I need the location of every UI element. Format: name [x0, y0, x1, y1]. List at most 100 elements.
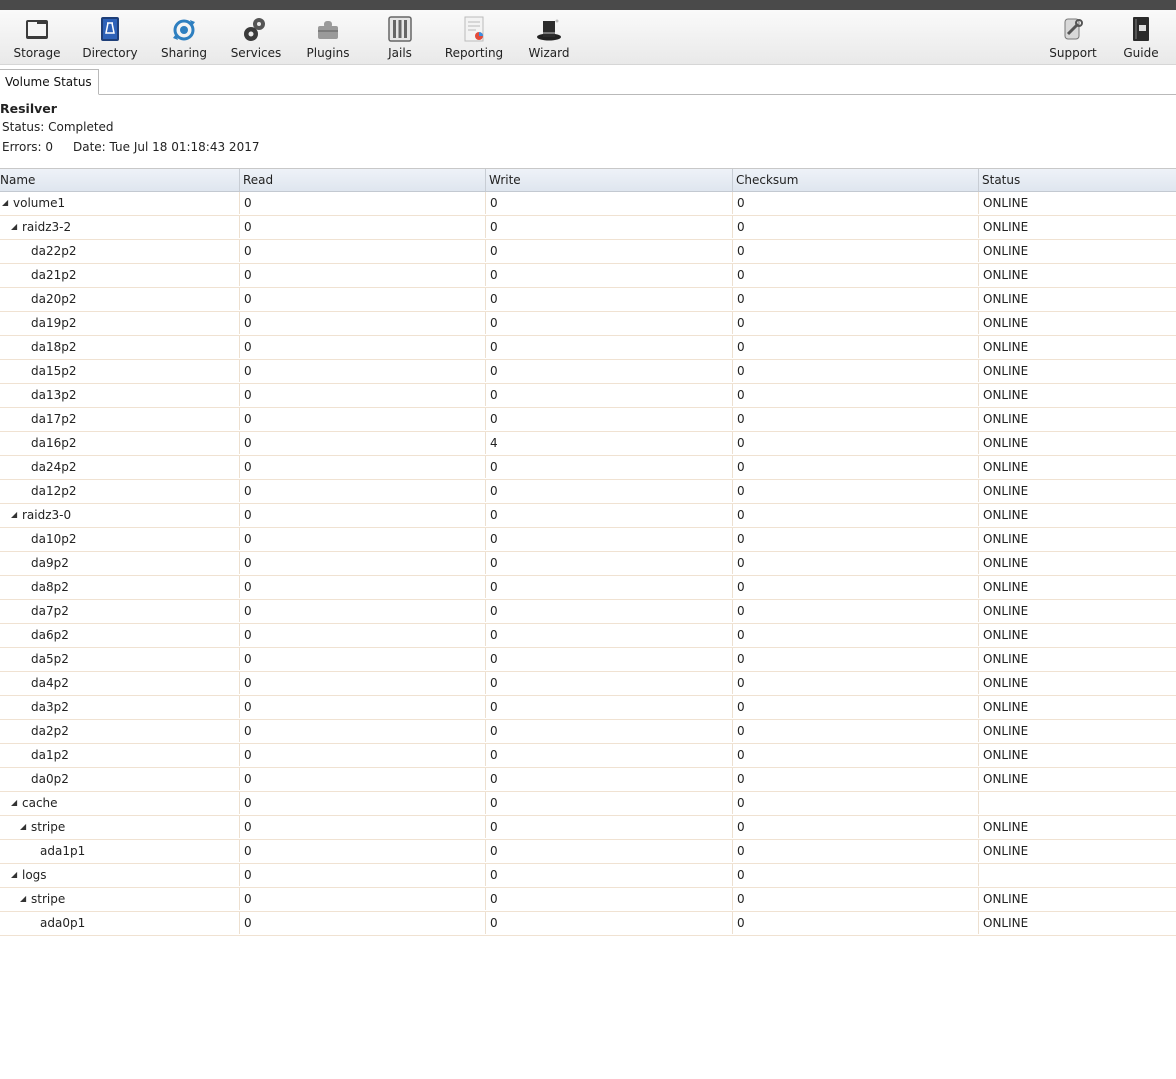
cell-write: 0 — [486, 744, 733, 766]
tree-expander-icon[interactable]: ◢ — [11, 504, 20, 526]
cell-read: 0 — [240, 480, 486, 502]
column-header-name[interactable]: Name — [0, 169, 240, 191]
table-row[interactable]: da6p2 0 0 0 ONLINE — [0, 624, 1176, 648]
toolbar-jails-label: Jails — [388, 46, 412, 60]
table-row[interactable]: da1p2 0 0 0 ONLINE — [0, 744, 1176, 768]
table-row[interactable]: da7p2 0 0 0 ONLINE — [0, 600, 1176, 624]
cell-name: da16p2 — [0, 432, 240, 454]
volume-status-grid: Name Read Write Checksum Status ◢ volume1… — [0, 168, 1176, 936]
device-name: da0p2 — [31, 771, 69, 786]
resilver-title: Resilver — [0, 101, 57, 116]
cell-checksum: 0 — [733, 768, 979, 790]
resilver-status-text: Status: Completed — [2, 120, 114, 134]
tree-expander-icon[interactable]: ◢ — [11, 864, 20, 886]
table-row[interactable]: ◢ cache 0 0 0 — [0, 792, 1176, 816]
cell-checksum: 0 — [733, 456, 979, 478]
table-row[interactable]: da2p2 0 0 0 ONLINE — [0, 720, 1176, 744]
cell-checksum: 0 — [733, 264, 979, 286]
device-name: da12p2 — [31, 483, 77, 498]
column-header-read[interactable]: Read — [240, 169, 486, 191]
table-row[interactable]: ada0p1 0 0 0 ONLINE — [0, 912, 1176, 936]
device-name: da9p2 — [31, 555, 69, 570]
table-row[interactable]: da3p2 0 0 0 ONLINE — [0, 696, 1176, 720]
table-row[interactable]: da4p2 0 0 0 ONLINE — [0, 672, 1176, 696]
device-name: da13p2 — [31, 387, 77, 402]
cell-read: 0 — [240, 336, 486, 358]
toolbar-directory-button[interactable]: Directory — [70, 14, 150, 62]
table-row[interactable]: da13p2 0 0 0 ONLINE — [0, 384, 1176, 408]
table-row[interactable]: da8p2 0 0 0 ONLINE — [0, 576, 1176, 600]
table-row[interactable]: da5p2 0 0 0 ONLINE — [0, 648, 1176, 672]
table-row[interactable]: ◢ raidz3-2 0 0 0 ONLINE — [0, 216, 1176, 240]
cell-read: 0 — [240, 864, 486, 886]
cell-name: da0p2 — [0, 768, 240, 790]
table-row[interactable]: da19p2 0 0 0 ONLINE — [0, 312, 1176, 336]
column-header-status[interactable]: Status — [979, 169, 1176, 191]
table-row[interactable]: ◢ logs 0 0 0 — [0, 864, 1176, 888]
reporting-icon — [464, 16, 484, 42]
tree-expander-icon[interactable]: ◢ — [20, 888, 29, 910]
tree-expander-icon[interactable]: ◢ — [20, 816, 29, 838]
device-name: da3p2 — [31, 699, 69, 714]
toolbar-reporting-button[interactable]: Reporting — [434, 14, 514, 62]
cell-write: 0 — [486, 696, 733, 718]
cell-name: da7p2 — [0, 600, 240, 622]
table-row[interactable]: ◢ stripe 0 0 0 ONLINE — [0, 888, 1176, 912]
tree-expander-icon[interactable]: ◢ — [2, 192, 11, 214]
cell-name: da21p2 — [0, 264, 240, 286]
toolbar-storage-button[interactable]: Storage — [0, 14, 77, 62]
cell-status: ONLINE — [983, 388, 1029, 402]
table-row[interactable]: ada1p1 0 0 0 ONLINE — [0, 840, 1176, 864]
column-header-write[interactable]: Write — [486, 169, 733, 191]
tab-volume-status[interactable]: Volume Status — [0, 69, 99, 95]
table-row[interactable]: da22p2 0 0 0 ONLINE — [0, 240, 1176, 264]
table-row[interactable]: da24p2 0 0 0 ONLINE — [0, 456, 1176, 480]
toolbar-sharing-button[interactable]: Sharing — [144, 14, 224, 62]
cell-status: ONLINE — [983, 628, 1029, 642]
tree-expander-icon[interactable]: ◢ — [11, 216, 20, 238]
cell-status: ONLINE — [983, 508, 1029, 522]
column-header-checksum[interactable]: Checksum — [733, 169, 979, 191]
table-row[interactable]: da17p2 0 0 0 ONLINE — [0, 408, 1176, 432]
cell-status: ONLINE — [983, 916, 1029, 930]
cell-name: da18p2 — [0, 336, 240, 358]
tree-expander-icon[interactable]: ◢ — [11, 792, 20, 814]
table-row[interactable]: da18p2 0 0 0 ONLINE — [0, 336, 1176, 360]
cell-status: ONLINE — [983, 604, 1029, 618]
cell-name: da8p2 — [0, 576, 240, 598]
table-row[interactable]: ◢ volume1 0 0 0 ONLINE — [0, 192, 1176, 216]
cell-checksum: 0 — [733, 672, 979, 694]
toolbar-services-button[interactable]: Services — [216, 14, 296, 62]
cell-status: ONLINE — [983, 748, 1029, 762]
table-row[interactable]: ◢ stripe 0 0 0 ONLINE — [0, 816, 1176, 840]
table-row[interactable]: da21p2 0 0 0 ONLINE — [0, 264, 1176, 288]
device-name: da20p2 — [31, 291, 77, 306]
cell-read: 0 — [240, 816, 486, 838]
device-name: da1p2 — [31, 747, 69, 762]
table-row[interactable]: da9p2 0 0 0 ONLINE — [0, 552, 1176, 576]
cell-name: ◢ raidz3-0 — [0, 504, 240, 526]
table-row[interactable]: da15p2 0 0 0 ONLINE — [0, 360, 1176, 384]
toolbar-jails-button[interactable]: Jails — [360, 14, 440, 62]
table-row[interactable]: da16p2 0 4 0 ONLINE — [0, 432, 1176, 456]
toolbar-plugins-button[interactable]: Plugins — [288, 14, 368, 62]
table-row[interactable]: da10p2 0 0 0 ONLINE — [0, 528, 1176, 552]
device-name: da22p2 — [31, 243, 77, 258]
toolbar-wizard-button[interactable]: Wizard — [509, 14, 589, 62]
toolbar-wizard-label: Wizard — [528, 46, 570, 60]
cell-checksum: 0 — [733, 912, 979, 934]
cell-name: da22p2 — [0, 240, 240, 262]
cell-read: 0 — [240, 552, 486, 574]
cell-read: 0 — [240, 288, 486, 310]
table-row[interactable]: da0p2 0 0 0 ONLINE — [0, 768, 1176, 792]
table-row[interactable]: da12p2 0 0 0 ONLINE — [0, 480, 1176, 504]
cell-name: ◢ stripe — [0, 888, 240, 910]
table-row[interactable]: da20p2 0 0 0 ONLINE — [0, 288, 1176, 312]
cell-status — [979, 864, 1176, 886]
cell-status: ONLINE — [983, 244, 1029, 258]
cell-name: ada0p1 — [0, 912, 240, 934]
toolbar-guide-button[interactable]: Guide — [1101, 14, 1176, 62]
table-row[interactable]: ◢ raidz3-0 0 0 0 ONLINE — [0, 504, 1176, 528]
cell-name: da2p2 — [0, 720, 240, 742]
cell-write: 0 — [486, 720, 733, 742]
